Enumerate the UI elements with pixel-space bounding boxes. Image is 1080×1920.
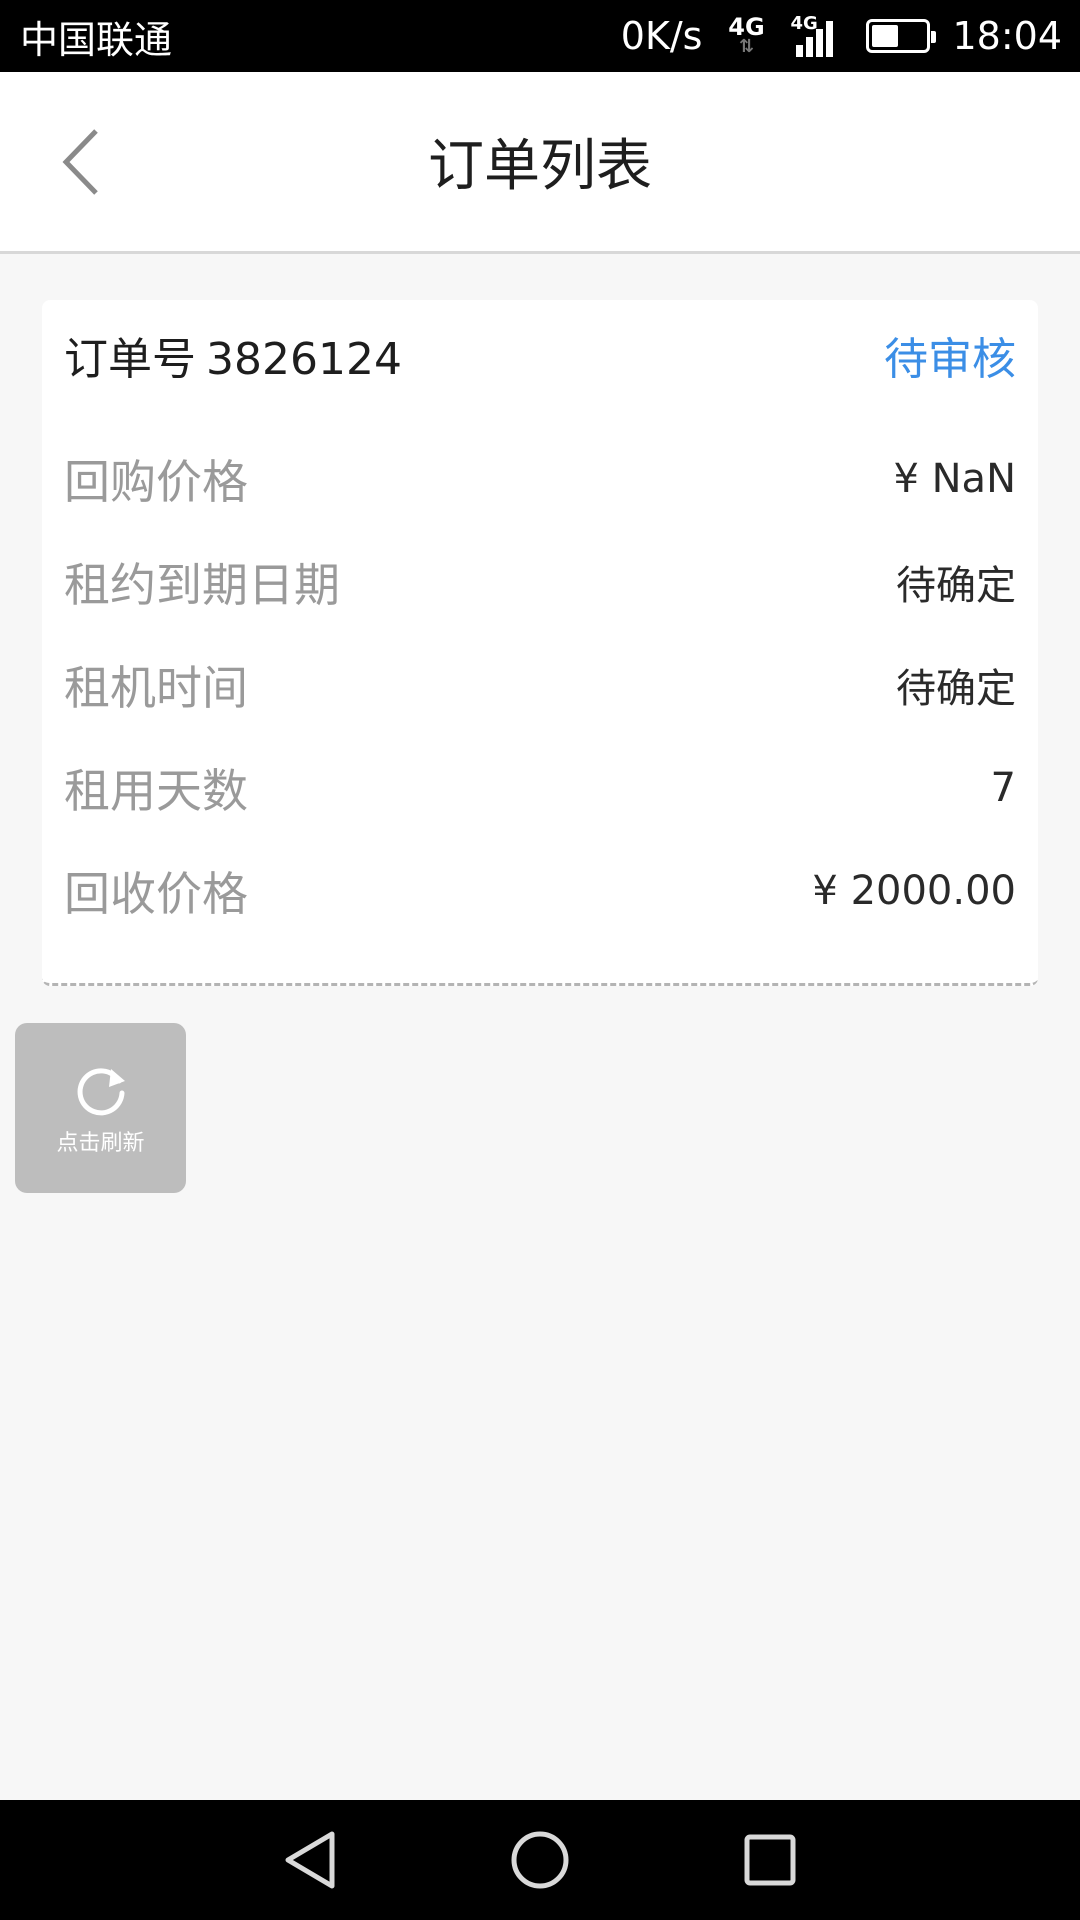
back-button[interactable] bbox=[40, 117, 120, 207]
detail-label: 租机时间 bbox=[64, 660, 248, 715]
chevron-left-icon bbox=[62, 128, 98, 195]
system-nav-bar bbox=[0, 1800, 1080, 1920]
detail-label: 回收价格 bbox=[64, 866, 248, 921]
detail-row-rental-days: 租用天数 7 bbox=[64, 736, 1016, 839]
order-number-label: 订单号 bbox=[64, 334, 196, 385]
order-card[interactable]: 订单号 3826124 待审核 回购价格 ¥ NaN 租约到期日期 待确定 租机时… bbox=[42, 300, 1038, 986]
nav-home-button[interactable] bbox=[505, 1825, 575, 1895]
detail-value: 待确定 bbox=[896, 562, 1016, 609]
order-status-badge: 待审核 bbox=[884, 334, 1016, 385]
status-indicators: 0K/s 4G ⇅ 4G 18:04 bbox=[620, 13, 1062, 58]
order-header: 订单号 3826124 待审核 bbox=[64, 300, 1016, 410]
order-number-value: 3826124 bbox=[206, 334, 402, 385]
detail-value: 待确定 bbox=[896, 665, 1016, 712]
nav-recents-button[interactable] bbox=[735, 1825, 805, 1895]
nav-back-button[interactable] bbox=[275, 1825, 345, 1895]
circle-home-icon bbox=[511, 1831, 569, 1889]
order-number: 订单号 3826124 bbox=[64, 323, 402, 387]
refresh-label: 点击刷新 bbox=[56, 1131, 145, 1156]
detail-row-rental-time: 租机时间 待确定 bbox=[64, 633, 1016, 736]
detail-label: 租约到期日期 bbox=[64, 557, 340, 612]
detail-row-recycle-price: 回收价格 ¥ 2000.00 bbox=[64, 839, 1016, 942]
detail-value: ¥ NaN bbox=[893, 455, 1016, 502]
status-bar: 中国联通 0K/s 4G ⇅ 4G 18:04 bbox=[0, 0, 1080, 72]
order-details: 回购价格 ¥ NaN 租约到期日期 待确定 租机时间 待确定 租用天数 7 回收… bbox=[64, 410, 1016, 942]
refresh-button[interactable]: 点击刷新 bbox=[15, 1023, 186, 1193]
detail-row-buyback-price: 回购价格 ¥ NaN bbox=[64, 427, 1016, 530]
page-title: 订单列表 bbox=[428, 134, 652, 199]
triangle-back-icon bbox=[285, 1831, 335, 1889]
square-recents-icon bbox=[744, 1834, 796, 1886]
detail-label: 租用天数 bbox=[64, 763, 248, 818]
network-4g-icon: 4G ⇅ bbox=[728, 13, 765, 57]
app-header: 订单列表 bbox=[0, 72, 1080, 254]
signal-icon: 4G bbox=[790, 13, 844, 57]
detail-value: 7 bbox=[990, 764, 1016, 811]
detail-row-lease-expiry: 租约到期日期 待确定 bbox=[64, 530, 1016, 633]
battery-icon bbox=[866, 19, 937, 53]
refresh-icon bbox=[77, 1068, 125, 1116]
detail-value: ¥ 2000.00 bbox=[812, 867, 1016, 914]
clock: 18:04 bbox=[952, 14, 1062, 58]
detail-label: 回购价格 bbox=[64, 454, 248, 509]
carrier-name: 中国联通 bbox=[20, 17, 173, 62]
net-speed: 0K/s bbox=[620, 14, 703, 58]
